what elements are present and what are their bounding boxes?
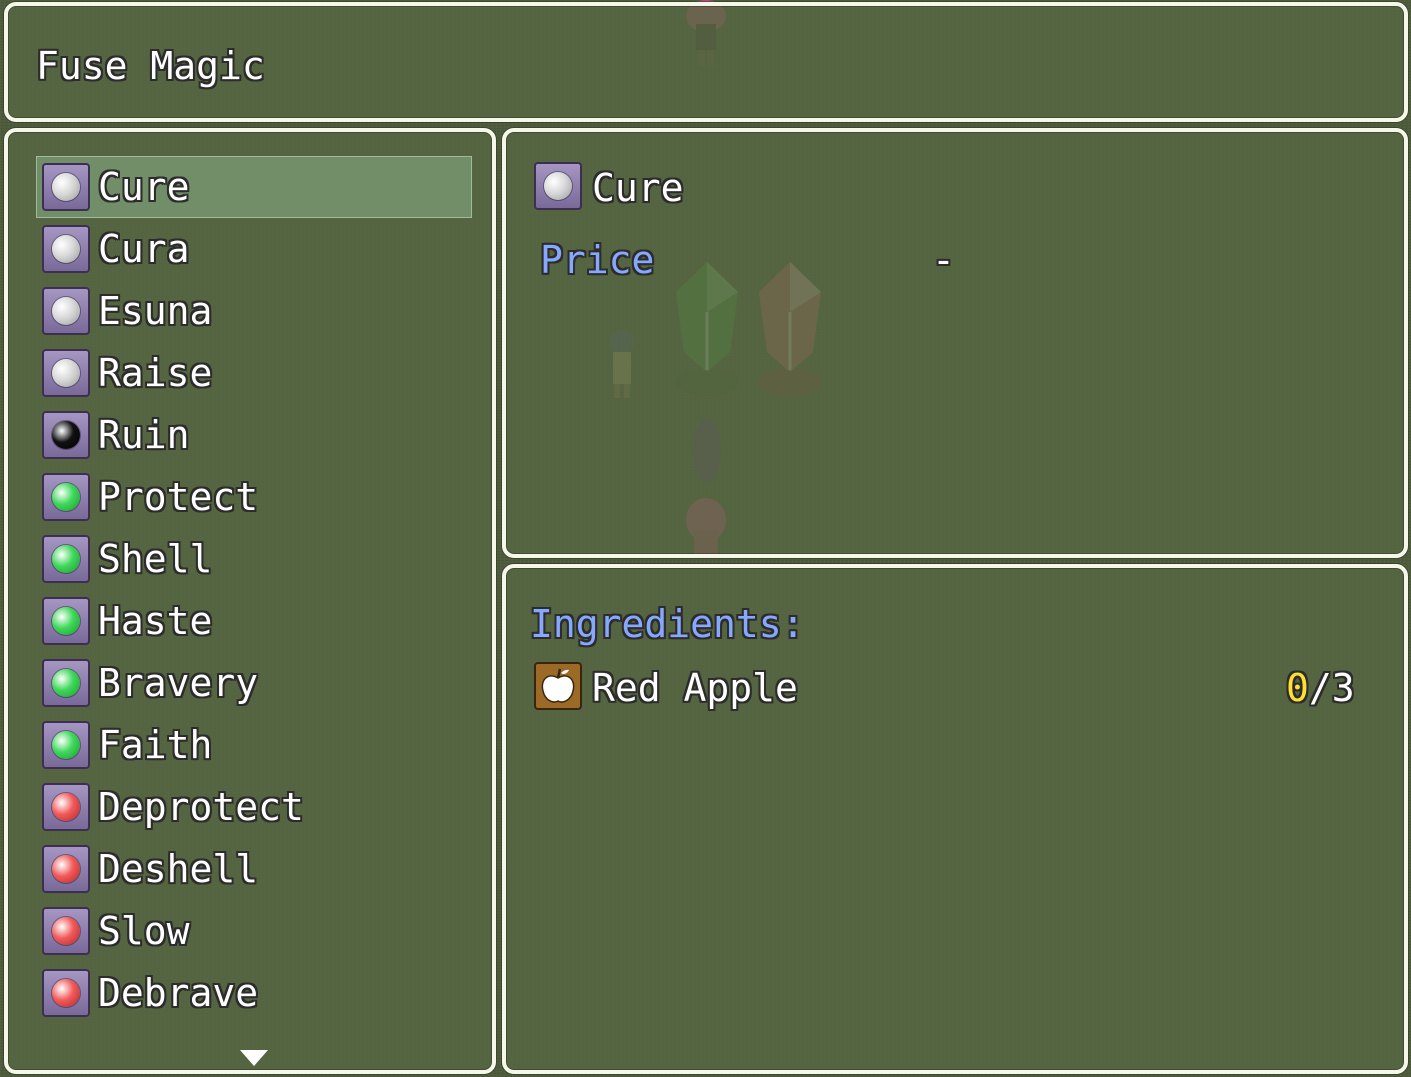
magic-list-item[interactable]: Deshell: [36, 838, 472, 900]
price-value: -: [932, 238, 955, 282]
red-apple-icon: [534, 662, 582, 710]
magic-list-item[interactable]: Protect: [36, 466, 472, 528]
magic-list-item-label: Raise: [98, 351, 213, 395]
magic-list-item[interactable]: Cura: [36, 218, 472, 280]
magic-list-item-label: Faith: [98, 723, 213, 767]
red-orb-icon: [42, 969, 90, 1017]
magic-list-item-label: Cure: [98, 165, 190, 209]
magic-list-item-label: Deprotect: [98, 785, 304, 829]
white-orb-icon: [42, 349, 90, 397]
white-orb-icon: [42, 287, 90, 335]
black-orb-icon: [42, 411, 90, 459]
ingredients-heading: Ingredients:: [530, 602, 805, 646]
red-orb-icon: [42, 783, 90, 831]
magic-list-item[interactable]: Haste: [36, 590, 472, 652]
magic-list[interactable]: Cure Cura Esuna Raise Ruin Protect Shell Haste B…: [36, 156, 472, 1024]
white-orb-icon: [534, 162, 582, 210]
magic-list-item-label: Debrave: [98, 971, 259, 1015]
magic-list-item-label: Protect: [98, 475, 259, 519]
magic-list-item-label: Deshell: [98, 847, 259, 891]
magic-list-window[interactable]: Cure Cura Esuna Raise Ruin Protect Shell Haste B…: [4, 128, 496, 1074]
window-title: Fuse Magic: [36, 44, 265, 88]
green-orb-icon: [42, 535, 90, 583]
magic-list-item-label: Ruin: [98, 413, 190, 457]
scroll-down-arrow-icon[interactable]: [240, 1050, 268, 1066]
magic-list-item-label: Esuna: [98, 289, 213, 333]
magic-list-item-label: Haste: [98, 599, 213, 643]
ingredient-owned-count: 0: [1286, 666, 1309, 710]
magic-list-item[interactable]: Cure: [36, 156, 472, 218]
green-orb-icon: [42, 597, 90, 645]
magic-list-item[interactable]: Ruin: [36, 404, 472, 466]
green-orb-icon: [42, 721, 90, 769]
ingredients-window: Ingredients: Red Apple 0/3: [502, 564, 1408, 1074]
ingredient-required-count: /3: [1308, 666, 1355, 710]
magic-list-item[interactable]: Raise: [36, 342, 472, 404]
magic-list-item[interactable]: Debrave: [36, 962, 472, 1024]
price-label: Price: [540, 238, 655, 282]
magic-list-item[interactable]: Bravery: [36, 652, 472, 714]
magic-list-item[interactable]: Slow: [36, 900, 472, 962]
ingredient-count: 0/3: [1286, 662, 1355, 714]
selected-item-name: Cure: [592, 166, 684, 210]
help-window: Fuse Magic: [4, 2, 1408, 122]
green-orb-icon: [42, 659, 90, 707]
magic-list-item-label: Bravery: [98, 661, 259, 705]
green-orb-icon: [42, 473, 90, 521]
red-orb-icon: [42, 845, 90, 893]
white-orb-icon: [42, 163, 90, 211]
magic-list-item[interactable]: Faith: [36, 714, 472, 776]
magic-list-item-label: Slow: [98, 909, 190, 953]
white-orb-icon: [42, 225, 90, 273]
magic-list-item-label: Cura: [98, 227, 190, 271]
red-orb-icon: [42, 907, 90, 955]
ingredient-name: Red Apple: [592, 666, 798, 710]
item-status-window: Cure Price -: [502, 128, 1408, 558]
magic-list-item[interactable]: Deprotect: [36, 776, 472, 838]
magic-list-item[interactable]: Shell: [36, 528, 472, 590]
magic-list-item[interactable]: Esuna: [36, 280, 472, 342]
magic-list-item-label: Shell: [98, 537, 213, 581]
